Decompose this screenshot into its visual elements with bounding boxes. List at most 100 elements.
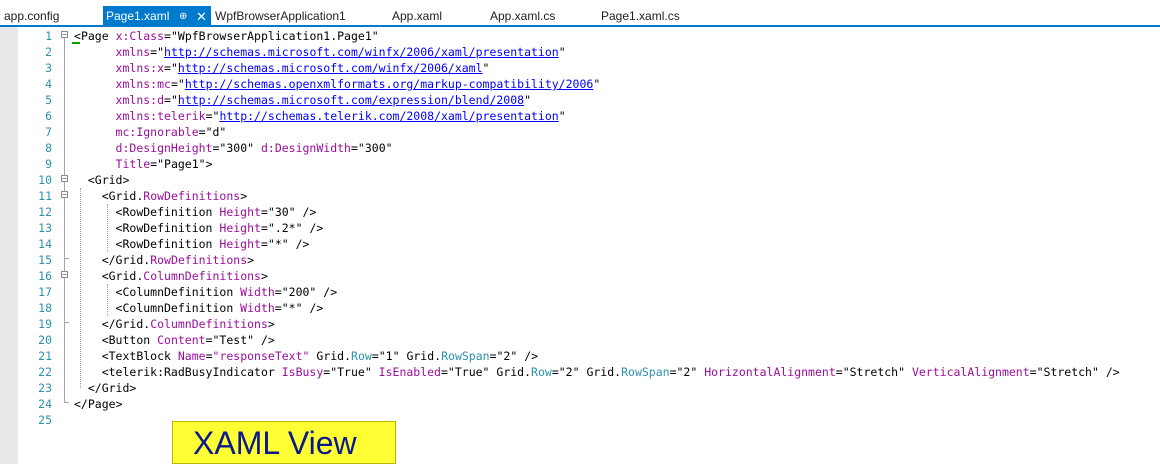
code-token: = <box>198 125 206 139</box>
code-token: = <box>1029 365 1037 379</box>
tab-label: App.xaml <box>392 9 443 23</box>
line-number: 2 <box>45 45 52 59</box>
line-number: 8 <box>45 141 52 155</box>
line-number: 4 <box>45 77 52 91</box>
tab-wpfbrowserapplication1[interactable]: WpfBrowserApplication1 <box>215 6 346 27</box>
code-line[interactable]: <RowDefinition Height=".2*" /> <box>74 220 324 236</box>
namespace-link[interactable]: http://schemas.telerik.com/2008/xaml/pre… <box>219 109 558 123</box>
outline-bracket <box>64 278 65 322</box>
code-line[interactable]: <telerik:RadBusyIndicator IsBusy="True" … <box>74 364 1120 380</box>
collapse-toggle-icon[interactable]: − <box>61 175 68 183</box>
code-token: < <box>74 29 81 43</box>
code-token: "1" <box>378 349 407 363</box>
editor-margin <box>0 27 18 464</box>
code-token: mc:Ignorable <box>115 125 199 139</box>
code-token: Grid <box>496 365 525 379</box>
collapse-toggle-icon[interactable]: − <box>61 271 68 279</box>
tab-app-config[interactable]: app.config <box>4 6 59 27</box>
code-line[interactable]: <TextBlock Name="responseText" Grid.Row=… <box>74 348 538 364</box>
code-line[interactable]: </Grid.ColumnDefinitions> <box>74 316 275 332</box>
code-token: = <box>371 349 379 363</box>
tab-app-xaml[interactable]: App.xaml <box>392 6 442 27</box>
code-line[interactable]: </Page> <box>74 396 123 412</box>
document-tab-strip: app.config Page1.xaml ⊕ ✕ WpfBrowserAppl… <box>0 0 1160 27</box>
code-line[interactable]: <RowDefinition Height="*" /> <box>74 236 310 252</box>
namespace-link[interactable]: http://schemas.microsoft.com/winfx/2006/… <box>178 61 483 75</box>
code-line[interactable]: <Grid> <box>74 172 130 188</box>
tab-page1-xaml-cs[interactable]: Page1.xaml.cs <box>601 6 680 27</box>
code-token: </ <box>74 381 102 395</box>
tab-label: app.config <box>4 9 60 23</box>
line-number: 13 <box>38 221 52 235</box>
code-token: Grid <box>108 269 137 283</box>
code-token: Grid <box>406 349 435 363</box>
code-token: "d" <box>205 125 227 139</box>
code-token: = <box>440 365 448 379</box>
code-token: Content <box>157 333 206 347</box>
code-token: > <box>205 157 213 171</box>
code-line[interactable]: <Grid.RowDefinitions> <box>74 188 247 204</box>
code-token: /> <box>302 205 317 219</box>
code-token: "Stretch" <box>1036 365 1106 379</box>
code-token: < <box>74 269 109 283</box>
code-token: = <box>205 109 213 123</box>
collapse-toggle-icon[interactable]: − <box>61 191 68 199</box>
code-token: < <box>74 189 109 203</box>
pin-icon[interactable]: ⊕ <box>179 6 187 27</box>
line-number: 24 <box>38 397 52 411</box>
code-line[interactable]: </Grid> <box>74 380 137 396</box>
code-token: = <box>164 61 171 75</box>
code-line[interactable]: <RowDefinition Height="30" /> <box>74 204 317 220</box>
tab-app-xaml-cs[interactable]: App.xaml.cs <box>490 6 555 27</box>
code-token: = <box>274 285 282 299</box>
close-icon[interactable]: ✕ <box>196 6 207 27</box>
code-token: RowDefinition <box>122 205 220 219</box>
code-token: "True" <box>447 365 497 379</box>
code-token: Title <box>115 157 151 171</box>
code-line[interactable]: <ColumnDefinition Width="*" /> <box>74 300 324 316</box>
code-token: Name <box>177 349 206 363</box>
code-token: </ <box>74 253 116 267</box>
line-number: 7 <box>45 125 52 139</box>
code-line[interactable]: d:DesignHeight="300" d:DesignWidth="300" <box>74 140 393 156</box>
code-token: Grid <box>586 365 615 379</box>
code-line[interactable]: <Grid.ColumnDefinitions> <box>74 268 268 284</box>
code-token: " <box>593 77 601 91</box>
code-token: Height <box>219 221 261 235</box>
code-token: Height <box>219 237 261 251</box>
namespace-link[interactable]: http://schemas.openxmlformats.org/markup… <box>185 77 594 91</box>
code-token: Page <box>80 29 116 43</box>
code-token: "2" <box>558 365 587 379</box>
namespace-link[interactable]: http://schemas.microsoft.com/expression/… <box>178 93 524 107</box>
code-token: xmlns:mc <box>115 77 171 91</box>
code-token: IsEnabled <box>378 365 441 379</box>
code-token: telerik:RadBusyIndicator <box>108 365 282 379</box>
code-line[interactable]: xmlns:mc="http://schemas.openxmlformats.… <box>74 76 601 92</box>
code-token: " <box>524 93 532 107</box>
code-token: "Stretch" <box>842 365 912 379</box>
tab-page1-xaml[interactable]: Page1.xaml ⊕ ✕ <box>103 6 211 27</box>
collapse-toggle-icon[interactable]: − <box>61 31 68 39</box>
code-token: RowSpan <box>621 365 670 379</box>
namespace-link[interactable]: http://schemas.microsoft.com/winfx/2006/… <box>164 45 559 59</box>
code-line[interactable]: <ColumnDefinition Width="200" /> <box>74 284 338 300</box>
code-token: Grid <box>94 173 123 187</box>
code-line[interactable]: <Button Content="Test" /> <box>74 332 275 348</box>
line-number: 3 <box>45 61 52 75</box>
code-line[interactable]: xmlns:d="http://schemas.microsoft.com/ex… <box>74 92 531 108</box>
code-line[interactable]: <Page x:Class="WpfBrowserApplication1.Pa… <box>74 28 379 44</box>
code-token: Width <box>240 301 275 315</box>
code-token: "*" <box>267 237 296 251</box>
code-line[interactable]: xmlns:x="http://schemas.microsoft.com/wi… <box>74 60 490 76</box>
code-line[interactable]: Title="Page1"> <box>74 156 213 172</box>
code-line[interactable]: xmlns:telerik= "http://schemas.telerik.co… <box>74 108 566 124</box>
code-token: ColumnDefinitions <box>150 317 268 331</box>
code-line[interactable]: </Grid.RowDefinitions> <box>74 252 254 268</box>
code-token: ColumnDefinition <box>122 301 241 315</box>
code-token: "300" <box>219 141 261 155</box>
code-token: < <box>74 173 95 187</box>
code-line[interactable]: mc:Ignorable="d" <box>74 124 227 140</box>
code-line[interactable]: xmlns="http://schemas.microsoft.com/winf… <box>74 44 566 60</box>
code-token: = <box>551 365 559 379</box>
code-token: "WpfBrowserApplication1.Page1" <box>170 29 379 43</box>
